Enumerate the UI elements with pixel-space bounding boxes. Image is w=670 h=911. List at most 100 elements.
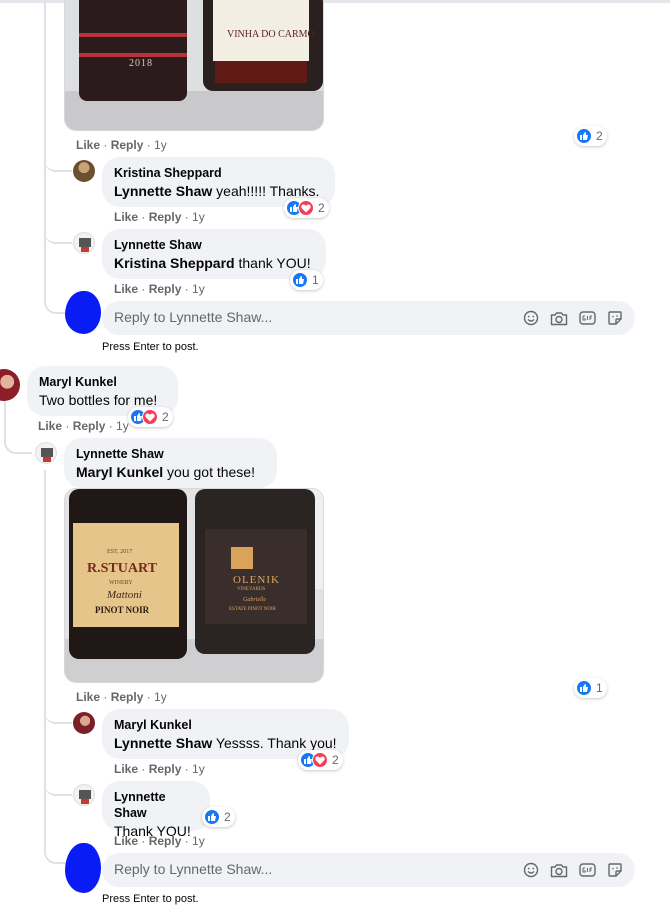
reaction-summary[interactable]: 2	[298, 750, 343, 770]
reaction-count: 2	[332, 753, 339, 767]
reaction-count: 2	[596, 129, 603, 143]
emoji-icon[interactable]	[521, 309, 541, 327]
mention[interactable]: Maryl Kunkel	[76, 464, 163, 480]
like-link[interactable]: Like	[114, 210, 138, 224]
reaction-count: 2	[224, 810, 231, 824]
gif-icon[interactable]	[577, 861, 597, 879]
reply-link[interactable]: Reply	[149, 282, 182, 296]
thread-branch	[44, 842, 66, 864]
timestamp[interactable]: 1y	[192, 762, 205, 776]
bottle-label: VINHA DO CARMO	[227, 29, 315, 40]
bottle-variety: PINOT NOIR	[95, 605, 150, 615]
mention[interactable]: Kristina Sheppard	[114, 255, 235, 271]
comment-body: yeah!!!!! Thanks.	[212, 183, 320, 199]
comment-author[interactable]: Maryl Kunkel	[114, 717, 337, 733]
mention[interactable]: Lynnette Shaw	[114, 735, 212, 751]
bottle-sub: VINEYARDS	[237, 587, 266, 592]
thread-branch	[44, 292, 66, 314]
redacted-avatar	[65, 291, 101, 334]
avatar[interactable]	[73, 784, 95, 806]
comment-actions: Like · Reply · 1y	[38, 419, 129, 433]
gif-icon[interactable]	[577, 309, 597, 327]
reaction-count: 1	[596, 681, 603, 695]
reaction-summary[interactable]: 1	[290, 270, 323, 290]
comment-text: Kristina Sheppard thank YOU!	[114, 254, 314, 272]
thread-branch	[44, 774, 72, 796]
reaction-summary[interactable]: 2	[284, 198, 329, 218]
bottle-sub: WINERY	[109, 580, 133, 586]
thread-branch	[4, 432, 32, 454]
reaction-count: 1	[312, 273, 319, 287]
comment-author[interactable]: Maryl Kunkel	[39, 374, 166, 390]
reply-input[interactable]: Reply to Lynnette Shaw...	[102, 301, 635, 335]
bottle-brand: R.STUART	[87, 561, 157, 576]
reaction-summary[interactable]: 2	[128, 407, 173, 427]
timestamp[interactable]: 1y	[154, 690, 167, 704]
comment-author[interactable]: Lynnette Shaw	[114, 237, 314, 253]
timestamp[interactable]: 1y	[192, 210, 205, 224]
timestamp[interactable]: 1y	[192, 834, 205, 848]
bottle-script: Mattoni	[107, 589, 142, 601]
timestamp[interactable]: 1y	[154, 138, 167, 152]
reply-link[interactable]: Reply	[73, 419, 106, 433]
comment-body: Yessss. Thank you!	[212, 735, 337, 751]
reaction-count: 2	[318, 201, 325, 215]
timestamp[interactable]: 1y	[116, 419, 129, 433]
comment-bubble: Lynnette Shaw Thank YOU!	[102, 781, 210, 839]
like-link[interactable]: Like	[114, 282, 138, 296]
camera-icon[interactable]	[549, 309, 569, 327]
comment-text: Lynnette Shaw Yessss. Thank you!	[114, 734, 337, 752]
comment-bubble: Lynnette Shaw Maryl Kunkel you got these…	[64, 438, 277, 488]
bottle-year: 2018	[129, 58, 153, 69]
sticker-icon[interactable]	[605, 861, 625, 879]
reply-placeholder: Reply to Lynnette Shaw...	[114, 309, 273, 325]
reaction-summary[interactable]: 1	[574, 678, 607, 698]
love-icon	[298, 200, 314, 216]
comment-photo[interactable]: EST. 2017 R.STUART WINERY Mattoni PINOT …	[64, 488, 324, 683]
comment-actions: Like · Reply · 1y	[114, 762, 205, 776]
comment-actions: Like · Reply · 1y	[114, 834, 205, 848]
timestamp[interactable]: 1y	[192, 282, 205, 296]
reply-link[interactable]: Reply	[149, 762, 182, 776]
comment-photo[interactable]: 2018 VINHA DO CARMO	[64, 0, 324, 131]
wine-bottles-image	[65, 0, 323, 130]
camera-icon[interactable]	[549, 861, 569, 879]
bottle-line: ESTATE PINOT NOIR	[229, 607, 277, 612]
like-link[interactable]: Like	[114, 834, 138, 848]
input-tools	[521, 309, 625, 327]
emoji-icon[interactable]	[521, 861, 541, 879]
reply-link[interactable]: Reply	[111, 138, 144, 152]
bottle-brand: OLENIK	[233, 574, 280, 586]
comment-author[interactable]: Lynnette Shaw	[76, 446, 265, 462]
reaction-summary[interactable]: 2	[202, 807, 235, 827]
thread-line	[44, 0, 46, 298]
like-link[interactable]: Like	[114, 762, 138, 776]
like-icon	[204, 809, 220, 825]
love-icon	[142, 409, 158, 425]
avatar[interactable]	[0, 369, 20, 401]
reply-link[interactable]: Reply	[111, 690, 144, 704]
like-link[interactable]: Like	[76, 690, 100, 704]
avatar[interactable]	[73, 712, 95, 734]
comment-body: thank YOU!	[234, 255, 311, 271]
like-link[interactable]: Like	[76, 138, 100, 152]
reply-link[interactable]: Reply	[149, 834, 182, 848]
avatar[interactable]	[73, 232, 95, 254]
reply-link[interactable]: Reply	[149, 210, 182, 224]
like-icon	[576, 128, 592, 144]
like-link[interactable]: Like	[38, 419, 62, 433]
reply-placeholder: Reply to Lynnette Shaw...	[114, 861, 273, 877]
press-enter-hint: Press Enter to post.	[102, 893, 199, 905]
comment-author[interactable]: Lynnette Shaw	[114, 789, 198, 821]
avatar[interactable]	[73, 160, 95, 182]
comment-author[interactable]: Kristina Sheppard	[114, 165, 323, 181]
thread-branch	[44, 222, 72, 244]
like-icon	[292, 272, 308, 288]
reaction-summary[interactable]: 2	[574, 126, 607, 146]
mention[interactable]: Lynnette Shaw	[114, 183, 212, 199]
bottle-script: Gabrielle	[243, 597, 266, 603]
sticker-icon[interactable]	[605, 309, 625, 327]
press-enter-hint: Press Enter to post.	[102, 341, 199, 353]
reply-input[interactable]: Reply to Lynnette Shaw...	[102, 853, 635, 887]
avatar[interactable]	[35, 442, 57, 464]
